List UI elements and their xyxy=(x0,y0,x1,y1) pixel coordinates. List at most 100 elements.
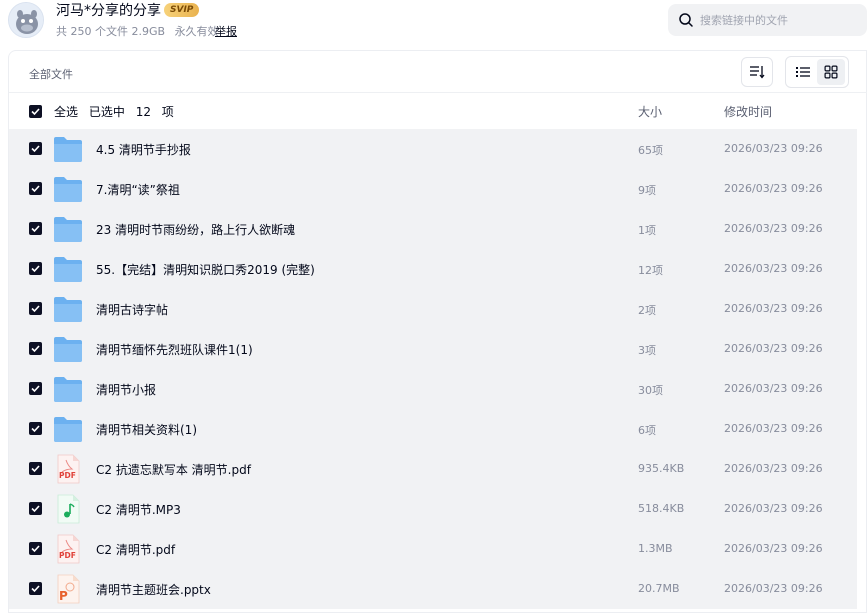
svg-text:PDF: PDF xyxy=(59,551,76,560)
selected-count: 12 xyxy=(135,105,151,119)
file-modified-time: 2026/03/23 09:26 xyxy=(724,342,823,355)
file-row[interactable]: 清明节相关资料(1) 6项 2026/03/23 09:26 xyxy=(9,409,857,449)
selected-label: 已选中 xyxy=(88,105,125,119)
folder-icon xyxy=(53,174,83,204)
audio-file-icon xyxy=(53,494,83,524)
table-header: 全选 已选中 12 项 大小 修改时间 xyxy=(9,93,867,129)
svg-text:P: P xyxy=(59,589,68,603)
search-input[interactable] xyxy=(700,10,860,30)
file-name[interactable]: 清明节主题班会.pptx xyxy=(96,581,211,598)
file-name[interactable]: 清明节相关资料(1) xyxy=(96,421,197,438)
selected-unit: 项 xyxy=(161,105,174,119)
file-name[interactable]: 清明节缅怀先烈班队课件1(1) xyxy=(96,341,253,358)
row-checkbox[interactable] xyxy=(29,222,42,235)
file-size: 518.4KB xyxy=(638,502,685,515)
grid-view-icon xyxy=(824,65,838,79)
file-name[interactable]: C2 清明节.pdf xyxy=(96,541,175,558)
file-size: 1.3MB xyxy=(638,542,673,555)
row-checkbox[interactable] xyxy=(29,382,42,395)
file-modified-time: 2026/03/23 09:26 xyxy=(724,302,823,315)
row-checkbox[interactable] xyxy=(29,342,42,355)
view-toggle xyxy=(785,56,849,88)
file-modified-time: 2026/03/23 09:26 xyxy=(724,462,823,475)
file-size: 6项 xyxy=(638,424,656,437)
file-modified-time: 2026/03/23 09:26 xyxy=(724,582,823,595)
file-size: 935.4KB xyxy=(638,462,685,475)
grid-view-button[interactable] xyxy=(817,59,845,85)
file-name[interactable]: 清明古诗字帖 xyxy=(96,301,168,318)
file-name[interactable]: C2 抗遗忘默写本 清明节.pdf xyxy=(96,461,251,478)
list-view-button[interactable] xyxy=(789,59,817,85)
file-modified-time: 2026/03/23 09:26 xyxy=(724,222,823,235)
file-row[interactable]: C2 清明节.MP3 518.4KB 2026/03/23 09:26 xyxy=(9,489,857,529)
row-checkbox[interactable] xyxy=(29,302,42,315)
row-checkbox[interactable] xyxy=(29,502,42,515)
folder-icon xyxy=(53,134,83,164)
file-modified-time: 2026/03/23 09:26 xyxy=(724,382,823,395)
validity: 永久有效 xyxy=(174,25,219,38)
row-checkbox[interactable] xyxy=(29,142,42,155)
file-name[interactable]: 清明节小报 xyxy=(96,381,156,398)
breadcrumb[interactable]: 全部文件 xyxy=(29,66,73,82)
file-row[interactable]: 清明节小报 30项 2026/03/23 09:26 xyxy=(9,369,857,409)
selection-summary: 全选 已选中 12 项 xyxy=(54,103,181,120)
file-panel: 全部文件 全选 已选中 12 项 大小 修改时间 4.5 清明节手抄报 65项 … xyxy=(8,50,867,613)
file-name[interactable]: 55.【完结】清明知识脱口秀2019 (完整) xyxy=(96,261,315,278)
row-checkbox[interactable] xyxy=(29,462,42,475)
select-all-label[interactable]: 全选 xyxy=(54,105,78,119)
column-header-time[interactable]: 修改时间 xyxy=(724,103,772,120)
folder-icon xyxy=(53,254,83,284)
file-modified-time: 2026/03/23 09:26 xyxy=(724,142,823,155)
file-name[interactable]: 7.清明“读”祭祖 xyxy=(96,181,180,198)
pdf-file-icon: PDF xyxy=(53,534,83,564)
ppt-file-icon: P xyxy=(53,574,83,604)
file-row[interactable]: 4.5 清明节手抄报 65项 2026/03/23 09:26 xyxy=(9,129,857,169)
file-modified-time: 2026/03/23 09:26 xyxy=(724,422,823,435)
file-modified-time: 2026/03/23 09:26 xyxy=(724,542,823,555)
sort-button[interactable] xyxy=(741,57,773,87)
column-header-size[interactable]: 大小 xyxy=(638,103,662,120)
file-row[interactable]: PDF C2 清明节.pdf 1.3MB 2026/03/23 09:26 xyxy=(9,529,857,569)
share-title: 河马*分享的分享 xyxy=(56,3,161,19)
file-modified-time: 2026/03/23 09:26 xyxy=(724,262,823,275)
file-modified-time: 2026/03/23 09:26 xyxy=(724,182,823,195)
share-meta: 共 250 个文件 2.9GB 永久有效 xyxy=(56,23,225,39)
search-box[interactable] xyxy=(668,4,867,36)
search-icon xyxy=(679,13,693,27)
file-row[interactable]: 55.【完结】清明知识脱口秀2019 (完整) 12项 2026/03/23 09:… xyxy=(9,249,857,289)
row-checkbox[interactable] xyxy=(29,422,42,435)
share-header: 河马*分享的分享 SVIP 共 250 个文件 2.9GB 永久有效 举报 xyxy=(0,0,867,50)
sort-icon xyxy=(750,66,765,79)
select-all-checkbox[interactable] xyxy=(29,105,42,118)
svg-text:PDF: PDF xyxy=(59,471,76,480)
file-name[interactable]: 4.5 清明节手抄报 xyxy=(96,141,191,158)
file-row[interactable]: 清明古诗字帖 2项 2026/03/23 09:26 xyxy=(9,289,857,329)
file-modified-time: 2026/03/23 09:26 xyxy=(724,502,823,515)
svip-badge: SVIP xyxy=(164,3,200,17)
file-size: 9项 xyxy=(638,184,656,197)
file-size: 65项 xyxy=(638,144,663,157)
folder-icon xyxy=(53,294,83,324)
list-view-icon xyxy=(796,67,810,77)
pdf-file-icon: PDF xyxy=(53,454,83,484)
file-size: 3项 xyxy=(638,344,656,357)
row-checkbox[interactable] xyxy=(29,582,42,595)
folder-icon xyxy=(53,374,83,404)
file-row[interactable]: PDF C2 抗遗忘默写本 清明节.pdf 935.4KB 2026/03/23 09… xyxy=(9,449,857,489)
file-name[interactable]: C2 清明节.MP3 xyxy=(96,501,181,518)
folder-icon xyxy=(53,334,83,364)
avatar[interactable] xyxy=(8,2,44,38)
file-row[interactable]: 7.清明“读”祭祖 9项 2026/03/23 09:26 xyxy=(9,169,857,209)
file-size: 1项 xyxy=(638,224,656,237)
file-count: 共 250 个文件 2.9GB xyxy=(56,25,166,38)
report-link[interactable]: 举报 xyxy=(215,23,237,39)
file-row[interactable]: 23 清明时节雨纷纷，路上行人欲断魂 1项 2026/03/23 09:26 xyxy=(9,209,857,249)
row-checkbox[interactable] xyxy=(29,542,42,555)
file-row[interactable]: 清明节缅怀先烈班队课件1(1) 3项 2026/03/23 09:26 xyxy=(9,329,857,369)
row-checkbox[interactable] xyxy=(29,182,42,195)
file-row[interactable]: P 清明节主题班会.pptx 20.7MB 2026/03/23 09:26 xyxy=(9,569,857,609)
folder-icon xyxy=(53,414,83,444)
file-name[interactable]: 23 清明时节雨纷纷，路上行人欲断魂 xyxy=(96,221,295,238)
file-size: 2项 xyxy=(638,304,656,317)
row-checkbox[interactable] xyxy=(29,262,42,275)
